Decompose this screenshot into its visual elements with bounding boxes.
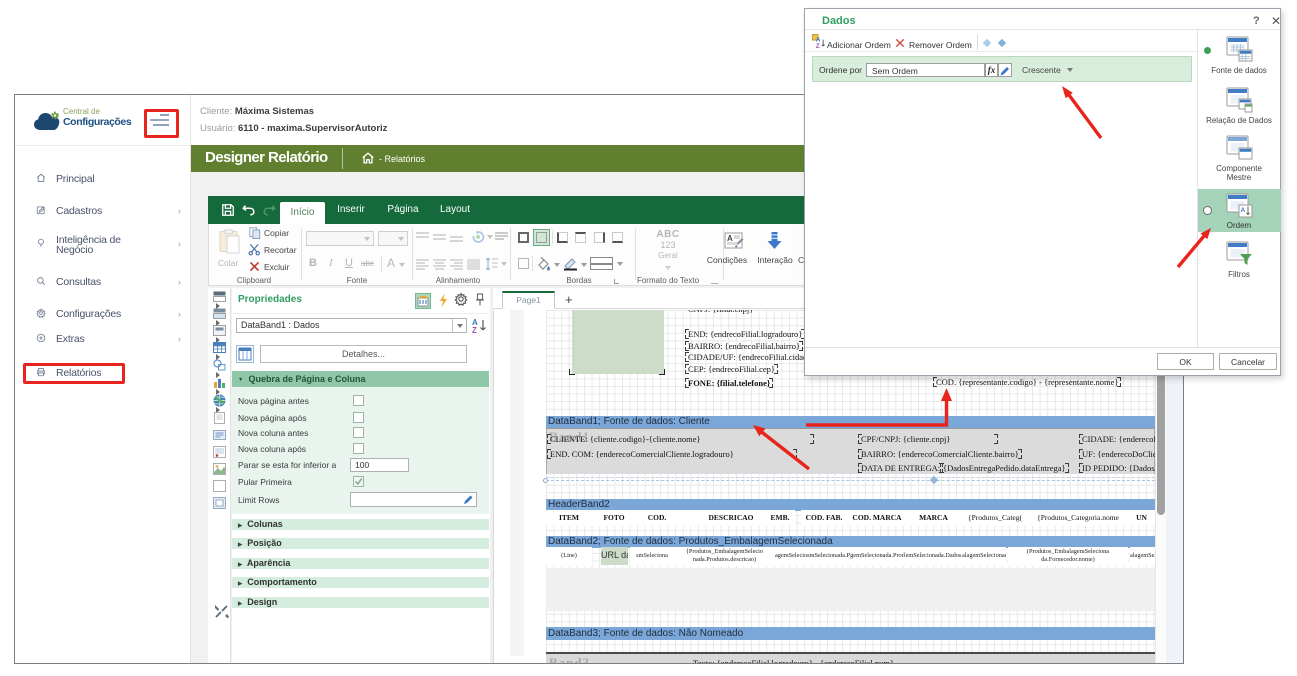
svg-text:Z: Z	[472, 326, 477, 334]
svg-text:A: A	[727, 234, 733, 243]
svg-text:A: A	[1241, 207, 1246, 214]
svg-text:Z: Z	[816, 43, 820, 48]
